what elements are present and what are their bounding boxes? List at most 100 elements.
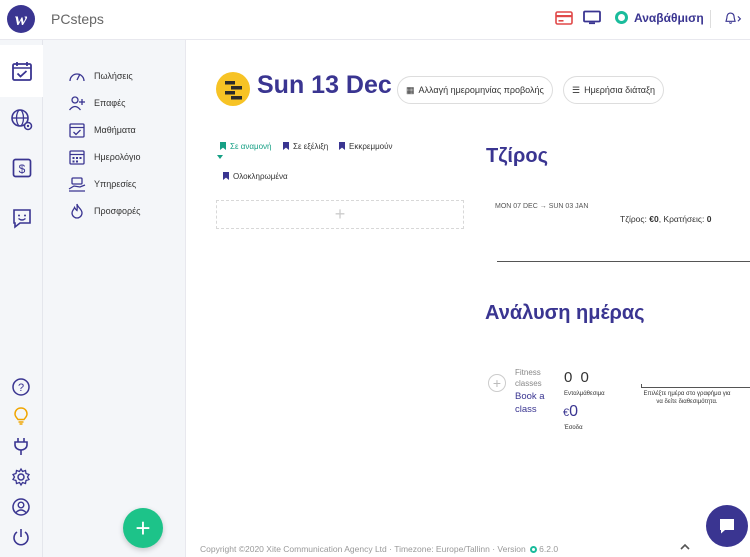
calendar-check-icon <box>11 62 32 81</box>
add-fab-button[interactable]: + <box>123 508 163 548</box>
active-tab-indicator <box>217 155 223 159</box>
globe-gear-icon <box>10 109 32 131</box>
version-status-icon <box>530 546 538 553</box>
version-label: Version <box>497 544 526 554</box>
user-add-icon <box>68 95 85 110</box>
turnover-value: €0 <box>649 214 659 224</box>
credit-card-icon[interactable] <box>555 10 573 26</box>
monitor-icon[interactable] <box>583 10 601 26</box>
power-icon[interactable] <box>11 527 31 547</box>
revenue-amount: 0 <box>569 403 579 420</box>
change-date-label: Αλλαγή ημερομηνίας προβολής <box>418 85 544 95</box>
rail-item-calendar[interactable] <box>0 45 43 97</box>
chat-bubble-icon <box>720 519 734 534</box>
bookmark-icon <box>220 142 226 150</box>
add-class-button[interactable]: + <box>488 374 506 392</box>
day-view-icon <box>216 72 250 106</box>
top-bar: w PCsteps Αναβάθμιση <box>0 0 750 40</box>
rail-item-payments[interactable]: $ <box>0 142 43 194</box>
upgrade-button[interactable]: Αναβάθμιση <box>615 11 704 25</box>
revenue-label: Έσοδα <box>564 425 583 431</box>
turnover-label: Τζίρος: <box>620 214 647 224</box>
day-analysis-heading: Ανάλυση ημέρας <box>485 302 645 324</box>
sidebar-item-label: Υπηρεσίες <box>94 178 137 189</box>
range-end: SUN 03 JAN <box>548 203 589 210</box>
svg-text:?: ? <box>18 382 24 394</box>
svg-text:$: $ <box>18 162 25 176</box>
daily-layout-label: Ημερήσια διάταξη <box>584 85 656 95</box>
book-class-link[interactable]: Book a class <box>515 390 551 416</box>
tab-completed[interactable]: Ολοκληρωμένα <box>223 172 288 181</box>
calendar-icon: ▦ <box>406 84 415 95</box>
footer: Copyright ©2020 Xite Communication Agenc… <box>200 544 558 554</box>
sidebar-item-label: Μαθήματα <box>94 124 136 135</box>
chart-hint: Επιλέξτε ημέρα στο γραφήμα για να δείτε … <box>643 391 731 405</box>
footer-separator: · <box>389 544 392 554</box>
chat-button[interactable] <box>706 505 748 547</box>
bookings-value: 0 <box>706 214 712 224</box>
sidebar: $ ? Πωλήσεις Επαφές Μαθήματα Ημερολόγιο … <box>0 40 186 557</box>
list-icon: ☰ <box>572 84 581 95</box>
turnover-heading: Τζίρος <box>486 145 548 167</box>
turnover-totals: Τζίρος: €0, Κρατήσεις: 0 <box>620 214 711 224</box>
upgrade-ring-icon <box>615 11 628 24</box>
sidebar-item-label: Προσφορές <box>94 205 141 216</box>
sidebar-item-sales[interactable]: Πωλήσεις <box>68 62 141 89</box>
daily-layout-button[interactable]: ☰ Ημερήσια διάταξη <box>563 76 665 104</box>
tab-waiting[interactable]: Σε αναμονή <box>220 142 272 151</box>
bell-icon[interactable] <box>724 10 742 26</box>
sidebar-item-services[interactable]: Υπηρεσίες <box>68 170 141 197</box>
main-content: Sun 13 Dec ▦ Αλλαγή ημερομηνίας προβολής … <box>187 41 750 557</box>
tab-label: Ολοκληρωμένα <box>233 172 288 181</box>
plug-icon[interactable] <box>11 436 31 456</box>
stacked-bars-icon <box>225 81 242 100</box>
sidebar-item-label: Πωλήσεις <box>94 70 133 81</box>
change-date-button[interactable]: ▦ Αλλαγή ημερομηνίας προβολής <box>397 76 553 104</box>
brand-name: PCsteps <box>51 11 104 27</box>
calendar-check-icon <box>69 122 85 138</box>
sidebar-item-label: Επαφές <box>94 97 126 108</box>
rail-item-web-settings[interactable] <box>0 94 43 146</box>
revenue-value: €0 <box>563 403 578 421</box>
sidebar-item-label: Ημερολόγιο <box>94 151 141 162</box>
tab-pending[interactable]: Εκκρεμμούν <box>339 142 393 151</box>
sidebar-item-classes[interactable]: Μαθήματα <box>68 116 141 143</box>
sidebar-item-offers[interactable]: Προσφορές <box>68 197 141 224</box>
help-icon[interactable]: ? <box>11 377 31 397</box>
topbar-divider <box>710 10 711 28</box>
tab-label: Σε εξέλιξη <box>293 142 329 151</box>
bookmark-icon <box>283 142 289 150</box>
bookmark-icon <box>223 172 229 180</box>
upgrade-label: Αναβάθμιση <box>634 11 704 25</box>
copyright: Copyright ©2020 Xite Communication Agenc… <box>200 544 387 554</box>
lightbulb-icon[interactable] <box>11 406 31 426</box>
rail-item-chat[interactable] <box>0 192 43 244</box>
timezone: Timezone: Europe/Tallinn <box>394 544 490 554</box>
sidebar-item-contacts[interactable]: Επαφές <box>68 89 141 116</box>
sidebar-rail: $ ? <box>0 40 43 557</box>
user-circle-icon[interactable] <box>11 497 31 517</box>
speedometer-icon <box>69 72 85 81</box>
dollar-box-icon: $ <box>12 158 31 178</box>
smile-chat-icon <box>12 209 31 229</box>
page-title: Sun 13 Dec <box>257 71 392 99</box>
footer-separator: · <box>492 544 496 554</box>
app-logo[interactable]: w <box>7 5 35 33</box>
class-counts: 0 0 <box>564 369 591 386</box>
flame-icon <box>71 203 83 219</box>
fitness-classes-label: Fitness classes <box>515 368 542 388</box>
add-booking-placeholder[interactable]: + <box>216 200 464 229</box>
count-b: 0 <box>580 369 591 386</box>
bookings-label: , Κρατήσεις: <box>658 214 705 224</box>
tab-in-progress[interactable]: Σε εξέλιξη <box>283 142 328 151</box>
count-a: 0 <box>564 369 575 386</box>
analysis-chart-axis <box>641 387 750 388</box>
gear-icon[interactable] <box>11 467 31 487</box>
arrow-right-icon: → <box>539 203 547 210</box>
chevron-up-icon[interactable] <box>679 541 691 553</box>
turnover-chart-axis <box>497 261 750 262</box>
date-range: MON 07 DEC → SUN 03 JAN <box>495 203 588 210</box>
completed-label: Ενταλμάθεσιμα <box>564 391 605 397</box>
sidebar-item-calendar[interactable]: Ημερολόγιο <box>68 143 141 170</box>
version-value: 6.2.0 <box>539 544 559 554</box>
